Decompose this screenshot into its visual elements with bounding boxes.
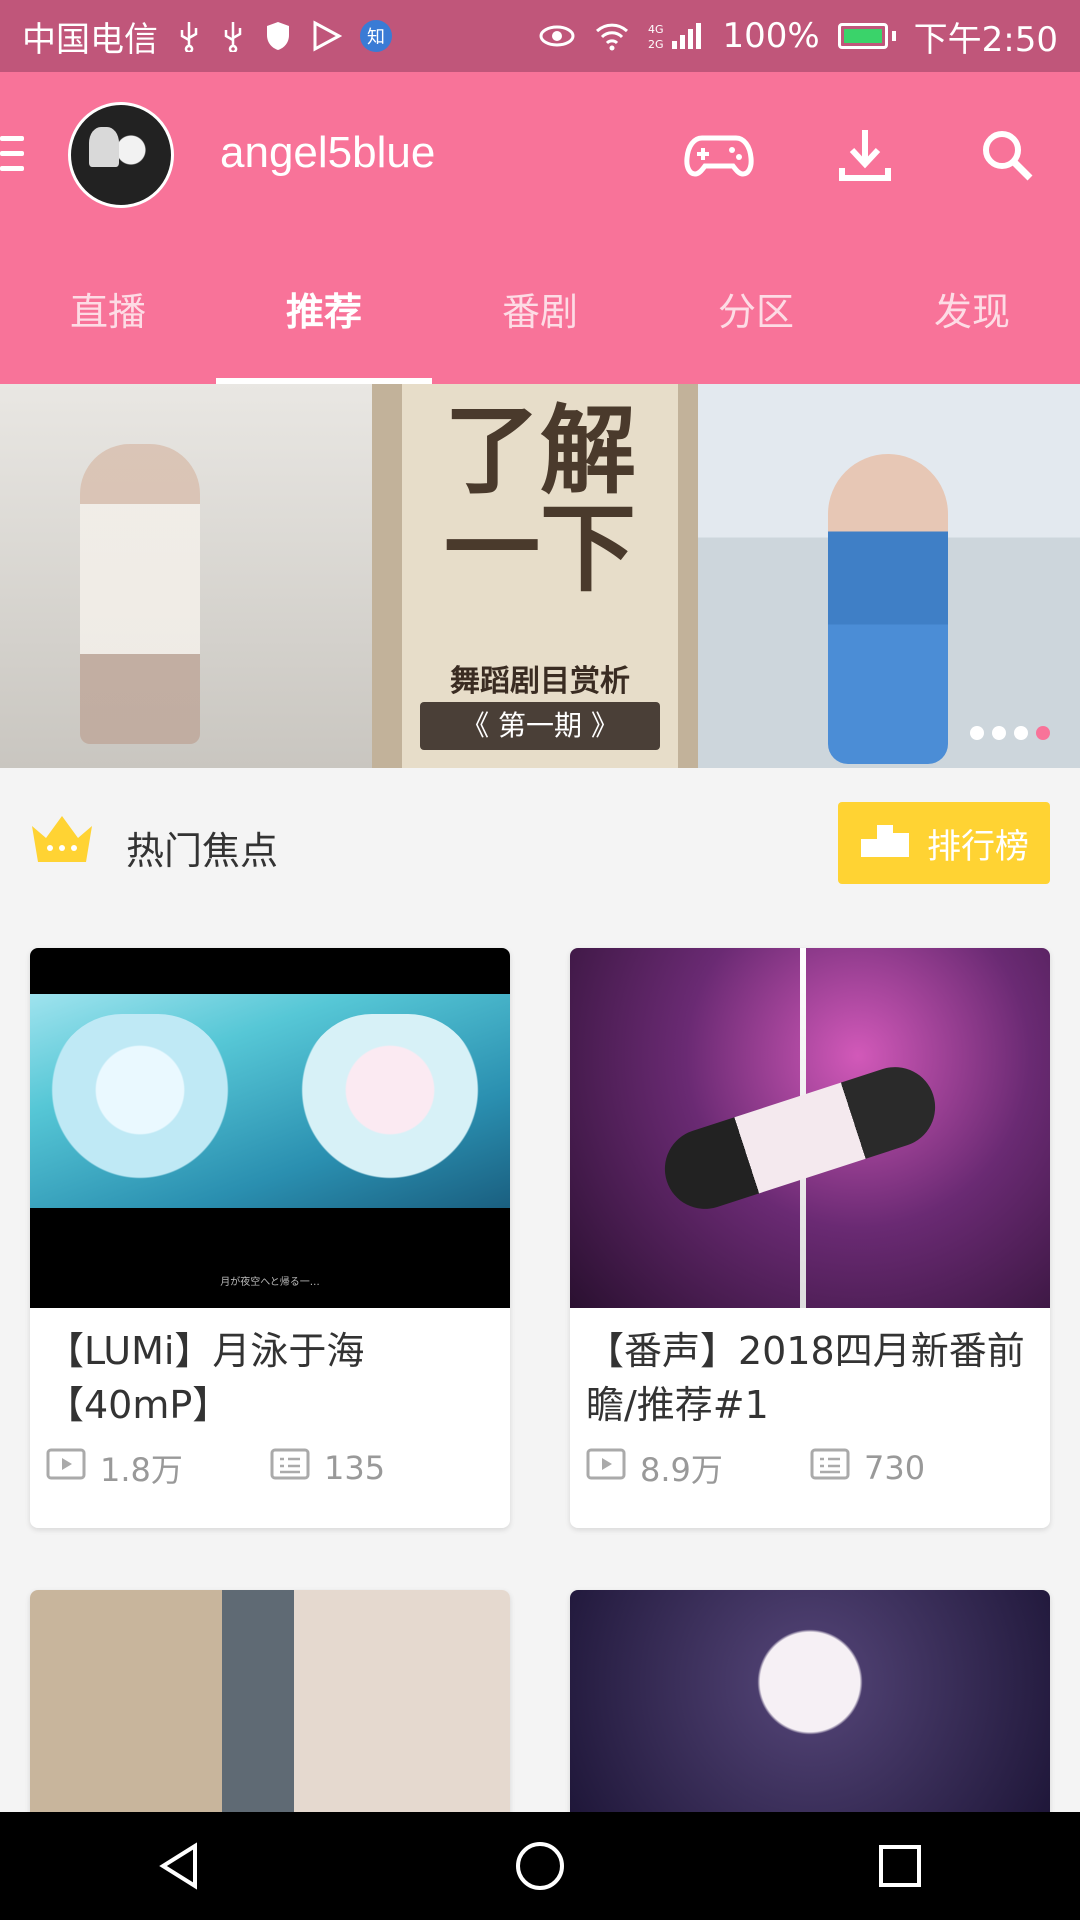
home-icon[interactable] [510, 1836, 570, 1896]
username[interactable]: angel5blue [220, 128, 435, 178]
tab-bar: 直播 推荐 番剧 分区 发现 [0, 240, 1080, 384]
menu-icon[interactable] [0, 136, 24, 176]
clock: 下午2:50 [913, 19, 1058, 60]
page-dot-active [1036, 726, 1050, 740]
back-icon[interactable] [150, 1836, 210, 1896]
toolbar: angel5blue [0, 72, 1080, 240]
battery-icon [837, 23, 896, 49]
play-store-icon [310, 20, 342, 52]
search-icon[interactable] [974, 124, 1044, 188]
view-count: 1.8万 [100, 1451, 183, 1489]
page-dot [992, 726, 1006, 740]
avatar[interactable] [68, 102, 174, 208]
video-thumbnail [30, 1590, 510, 1820]
video-thumbnail [570, 948, 1050, 1308]
danmaku-count: 135 [324, 1449, 386, 1487]
banner-image-right [698, 384, 1080, 768]
page-dot [970, 726, 984, 740]
hot-focus-header: 热门焦点 排行榜 [0, 768, 1080, 924]
svg-text:2G: 2G [648, 38, 664, 51]
svg-text:4G: 4G [648, 23, 664, 36]
view-count: 8.9万 [640, 1451, 723, 1489]
danmaku-icon [810, 1448, 850, 1488]
shield-icon [264, 20, 292, 52]
banner-carousel[interactable]: 了解 一下 舞蹈剧目赏析 《 第一期 》 [0, 384, 1080, 768]
tab-bangumi[interactable]: 番剧 [432, 240, 648, 384]
carrier-label: 中国电信 [22, 19, 158, 60]
banner-image-center: 了解 一下 舞蹈剧目赏析 《 第一期 》 [372, 384, 698, 768]
battery-percent: 100% [722, 16, 820, 56]
tab-zones[interactable]: 分区 [648, 240, 864, 384]
video-meta: 1.8万 135 [46, 1438, 496, 1498]
danmaku-icon [270, 1448, 310, 1488]
crown-icon [28, 812, 96, 870]
banner-episode: 《 第一期 》 [420, 702, 660, 750]
video-thumbnail [570, 1590, 1050, 1820]
section-title: 热门焦点 [126, 829, 279, 873]
video-card[interactable] [570, 1590, 1050, 1820]
tab-discover[interactable]: 发现 [864, 240, 1080, 384]
usb-debug-icon [220, 20, 246, 52]
eye-icon [538, 22, 576, 50]
banner-image-left [0, 384, 372, 768]
danmaku-count: 730 [864, 1449, 926, 1487]
download-icon[interactable] [830, 124, 900, 188]
status-bar: 中国电信 知 4G 2G 100% 下午2:50 [0, 0, 1080, 72]
recents-icon[interactable] [870, 1836, 930, 1896]
ranking-label: 排行榜 [927, 826, 1029, 867]
video-title: 【番声】2018四月新番前瞻/推荐#1 [586, 1329, 1025, 1427]
video-card[interactable]: 月が夜空へと帰る一… 【LUMi】月泳于海【40mP】 1.8万 135 [30, 948, 510, 1528]
banner-page-indicator [970, 726, 1050, 740]
thumbnail-caption: 月が夜空へと帰る一… [220, 1277, 320, 1288]
video-meta: 8.9万 730 [586, 1438, 1036, 1498]
app-bar: angel5blue 直播 推荐 番剧 分区 发现 [0, 72, 1080, 384]
banner-subtitle: 舞蹈剧目赏析 [450, 664, 630, 699]
gamepad-icon[interactable] [684, 124, 754, 188]
page-dot [1014, 726, 1028, 740]
usb-icon [176, 20, 202, 52]
wifi-icon [594, 21, 630, 51]
tab-live[interactable]: 直播 [0, 240, 216, 384]
signal-icon: 4G 2G [648, 21, 704, 51]
play-count-icon [586, 1448, 626, 1488]
zhihu-icon: 知 [360, 20, 392, 52]
video-thumbnail: 月が夜空へと帰る一… [30, 948, 510, 1308]
play-count-icon [46, 1448, 86, 1488]
banner-title: 了解 一下 [444, 394, 636, 605]
tab-recommend[interactable]: 推荐 [216, 240, 432, 384]
video-card[interactable]: 【番声】2018四月新番前瞻/推荐#1 8.9万 730 [570, 948, 1050, 1528]
video-title: 【LUMi】月泳于海【40mP】 [46, 1329, 365, 1427]
system-nav-bar [0, 1812, 1080, 1920]
podium-icon [859, 819, 911, 868]
video-card[interactable] [30, 1590, 510, 1820]
ranking-button[interactable]: 排行榜 [838, 802, 1050, 884]
